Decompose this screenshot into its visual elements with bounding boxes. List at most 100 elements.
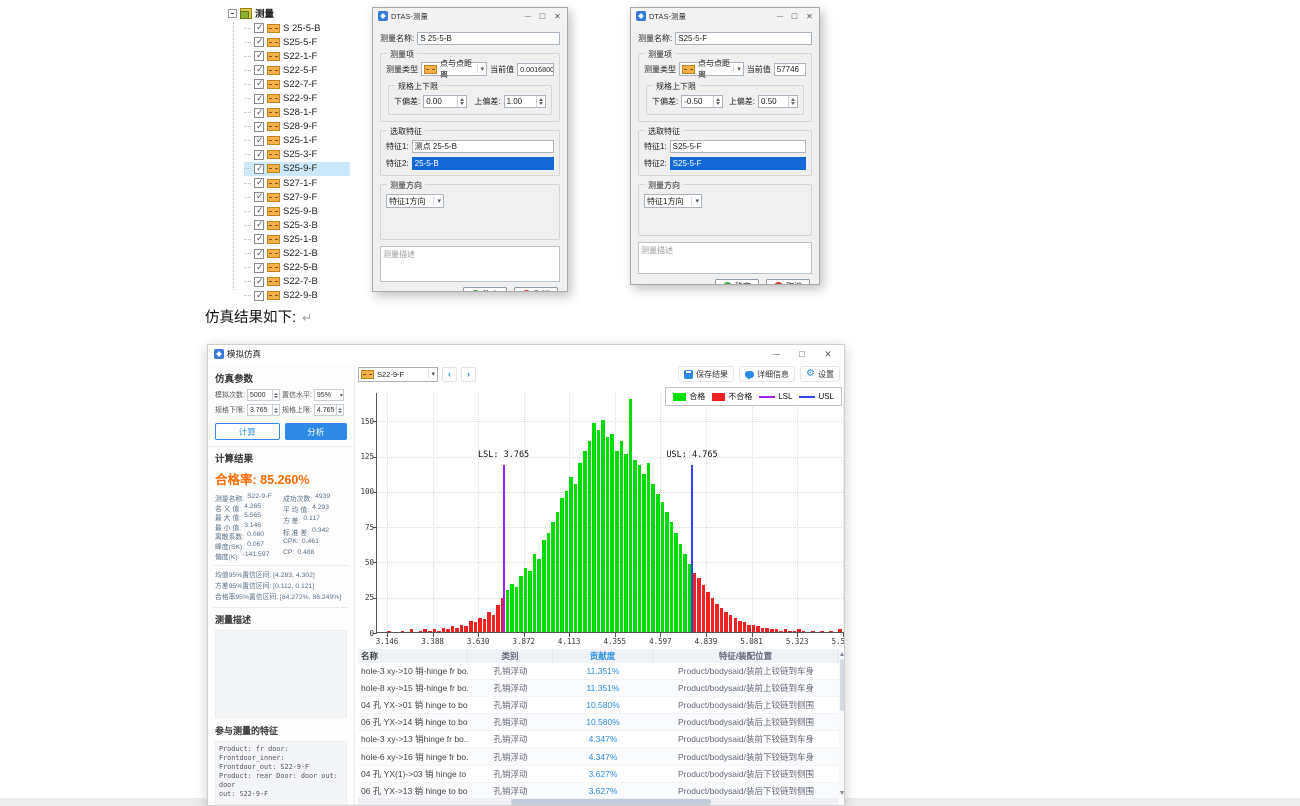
calculate-button[interactable]: 计算: [215, 423, 280, 440]
confidence-select[interactable]: 95%: [314, 389, 344, 401]
measure-type-select[interactable]: 点与点距离: [421, 62, 487, 76]
checkbox-checked-icon[interactable]: [254, 164, 264, 174]
checkbox-checked-icon[interactable]: [254, 37, 264, 47]
tree-item[interactable]: S25-3-F: [244, 148, 350, 162]
vertical-scrollbar[interactable]: [839, 649, 845, 798]
checkbox-checked-icon[interactable]: [254, 206, 264, 216]
checkbox-checked-icon[interactable]: [254, 94, 264, 104]
cancel-button[interactable]: ✕取消: [766, 279, 810, 285]
participating-features-box[interactable]: Product: fr door: Frontdoor_inner: Front…: [215, 741, 347, 805]
table-row[interactable]: hole-3 xy->13 销hinge fr bo...孔销浮动4.347%P…: [358, 731, 839, 748]
spinner-arrows-icon[interactable]: [788, 96, 797, 107]
close-button[interactable]: [550, 10, 565, 22]
measure-description-textarea[interactable]: 测量描述: [638, 242, 812, 274]
tree-item[interactable]: S27-9-F: [244, 190, 350, 204]
lower-deviation-spinner[interactable]: -0.50: [681, 95, 723, 108]
scroll-up-icon[interactable]: [840, 652, 844, 656]
save-results-button[interactable]: 保存结果: [678, 366, 734, 382]
feature2-input[interactable]: 25-5-B: [412, 157, 554, 170]
analyze-button[interactable]: 分析: [285, 423, 348, 440]
scrollbar-thumb[interactable]: [840, 659, 845, 711]
scroll-down-icon[interactable]: [840, 791, 844, 795]
checkbox-checked-icon[interactable]: [254, 178, 264, 188]
feature1-input[interactable]: 测点 25-5-B: [412, 140, 554, 153]
table-row[interactable]: 04 孔 YX(1)->03 销 hinge to ...孔销浮动3.627%P…: [358, 766, 839, 783]
current-value-input[interactable]: 0.00168006: [517, 63, 554, 76]
checkbox-checked-icon[interactable]: [254, 234, 264, 244]
ok-button[interactable]: ✓确定: [463, 287, 507, 292]
current-value-input[interactable]: 57746: [774, 63, 806, 76]
column-header[interactable]: 特征/装配位置: [653, 649, 839, 663]
measure-description-textarea[interactable]: 测量描述: [380, 246, 560, 282]
prev-measure-button[interactable]: ‹: [442, 367, 457, 382]
cancel-button[interactable]: ✕取消: [514, 287, 558, 292]
horizontal-scrollbar[interactable]: [358, 798, 839, 806]
tree-item[interactable]: S25-1-B: [244, 232, 350, 246]
checkbox-checked-icon[interactable]: [254, 277, 264, 287]
collapse-icon[interactable]: [228, 9, 237, 18]
checkbox-checked-icon[interactable]: [254, 65, 264, 75]
checkbox-checked-icon[interactable]: [254, 220, 264, 230]
spinner-arrows-icon[interactable]: [272, 390, 279, 400]
checkbox-checked-icon[interactable]: [254, 122, 264, 132]
settings-button[interactable]: ⚙设置: [800, 366, 840, 382]
tree-item[interactable]: S22-9-B: [244, 289, 350, 303]
measure-select[interactable]: S22-9-F: [358, 367, 438, 382]
maximize-button[interactable]: [787, 10, 802, 22]
checkbox-checked-icon[interactable]: [254, 51, 264, 61]
checkbox-checked-icon[interactable]: [254, 291, 264, 301]
checkbox-checked-icon[interactable]: [254, 192, 264, 202]
lower-deviation-spinner[interactable]: 0.00: [423, 95, 467, 108]
table-row[interactable]: hole-3 xy->10 销-hinge fr bo...孔销浮动11.351…: [358, 663, 839, 680]
checkbox-checked-icon[interactable]: [254, 108, 264, 118]
feature2-input[interactable]: S25-5-F: [670, 157, 806, 170]
tree-item[interactable]: S28-9-F: [244, 120, 350, 134]
tree-item[interactable]: S22-1-F: [244, 49, 350, 63]
feature1-input[interactable]: S25-5-F: [670, 140, 806, 153]
table-row[interactable]: 06 孔 YX->13 销 hinge to bo...孔销浮动3.627%Pr…: [358, 783, 839, 798]
checkbox-checked-icon[interactable]: [254, 150, 264, 160]
measure-name-input[interactable]: S 25-5-B: [417, 32, 560, 45]
upper-deviation-spinner[interactable]: 0.50: [758, 95, 798, 108]
details-button[interactable]: 详细信息: [739, 366, 795, 382]
scrollbar-thumb[interactable]: [511, 799, 711, 805]
tree-item[interactable]: S22-7-B: [244, 275, 350, 289]
column-header[interactable]: 名称: [358, 649, 468, 663]
direction-select[interactable]: 特征1方向: [386, 194, 444, 208]
table-row[interactable]: hole-6 xy->16 销 hinge fr bo...孔销浮动4.347%…: [358, 748, 839, 765]
checkbox-checked-icon[interactable]: [254, 23, 264, 33]
runs-spinner[interactable]: 5000: [247, 389, 280, 401]
checkbox-checked-icon[interactable]: [254, 249, 264, 259]
column-header[interactable]: 贡献度: [553, 649, 653, 663]
checkbox-checked-icon[interactable]: [254, 136, 264, 146]
spinner-arrows-icon[interactable]: [713, 96, 722, 107]
spinner-arrows-icon[interactable]: [536, 96, 545, 107]
tree-item[interactable]: S 25-5-B: [244, 21, 350, 35]
upper-deviation-spinner[interactable]: 1.00: [504, 95, 546, 108]
tree-item[interactable]: S25-9-F: [244, 162, 350, 176]
tree-item[interactable]: S25-3-B: [244, 218, 350, 232]
maximize-button[interactable]: [535, 10, 550, 22]
tree-item[interactable]: S27-1-F: [244, 176, 350, 190]
checkbox-checked-icon[interactable]: [254, 263, 264, 273]
tree-item[interactable]: S22-5-F: [244, 63, 350, 77]
measure-type-select[interactable]: 点与点距离: [679, 62, 744, 76]
measure-description-box[interactable]: [215, 630, 347, 718]
table-row[interactable]: 04 孔 YX->01 销 hinge to bo...孔销浮动10.580%P…: [358, 697, 839, 714]
spec-lower-spinner[interactable]: 3.765: [247, 404, 280, 416]
tree-item[interactable]: S22-5-B: [244, 261, 350, 275]
tree-item[interactable]: S25-1-F: [244, 134, 350, 148]
minimize-button[interactable]: [763, 346, 789, 362]
tree-item[interactable]: S25-5-F: [244, 35, 350, 49]
next-measure-button[interactable]: ›: [461, 367, 476, 382]
minimize-button[interactable]: [772, 10, 787, 22]
tree-root-row[interactable]: 测量: [228, 6, 350, 20]
table-row[interactable]: hole-8 xy->15 销-hinge fr bo...孔销浮动11.351…: [358, 680, 839, 697]
tree-item[interactable]: S22-7-F: [244, 77, 350, 91]
close-button[interactable]: [815, 346, 841, 362]
checkbox-checked-icon[interactable]: [254, 79, 264, 89]
table-row[interactable]: 06 孔 YX->14 销 hinge to bo...孔销浮动10.580%P…: [358, 714, 839, 731]
minimize-button[interactable]: [520, 10, 535, 22]
maximize-button[interactable]: [789, 346, 815, 362]
spinner-arrows-icon[interactable]: [336, 405, 343, 415]
